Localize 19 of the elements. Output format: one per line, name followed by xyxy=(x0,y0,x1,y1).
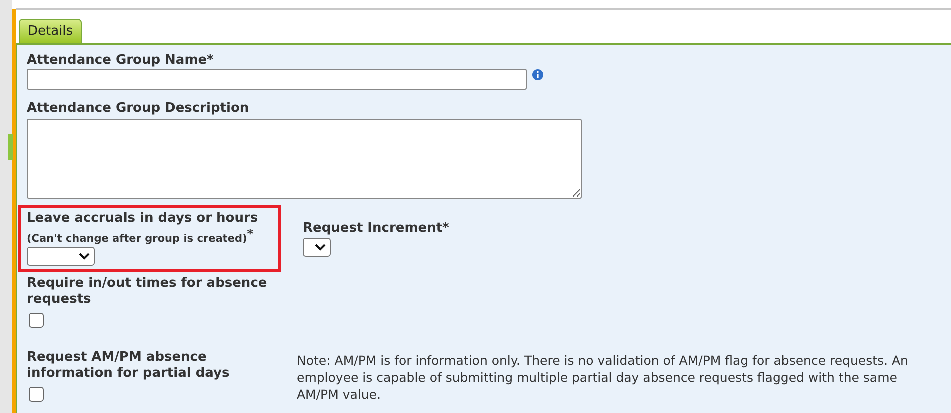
collapse-handle[interactable] xyxy=(8,134,13,160)
dropdown[interactable] xyxy=(303,238,331,257)
checkbox[interactable] xyxy=(29,313,44,328)
field-label: Request Increment* xyxy=(303,221,450,237)
field-label: Leave accruals in days or hours xyxy=(27,211,260,227)
field-label: Attendance Group Name* xyxy=(27,53,215,69)
chevron-down-icon xyxy=(79,253,90,260)
checkbox-label: Require in/out times for absence requests xyxy=(27,276,268,308)
tab[interactable]: Details xyxy=(19,19,82,43)
info-icon[interactable] xyxy=(532,69,544,81)
hint-text: (Can't change after group is created) xyxy=(27,233,248,245)
text-area[interactable] xyxy=(27,119,582,199)
required-mark: * xyxy=(247,227,254,241)
field-label: Attendance Group Description xyxy=(27,101,250,117)
input-field[interactable] xyxy=(27,69,527,90)
chevron-down-icon xyxy=(315,244,326,251)
checkbox[interactable] xyxy=(29,387,44,402)
checkbox-label: Request AM/PM absence information for partial days xyxy=(27,350,231,382)
note-text: Note: AM/PM is for information only. There is no validation of AM/PM flag for absence requests. An employee is capable of submitting multiple partial day absence requests flagged with the same AM/PM value. xyxy=(297,352,908,403)
